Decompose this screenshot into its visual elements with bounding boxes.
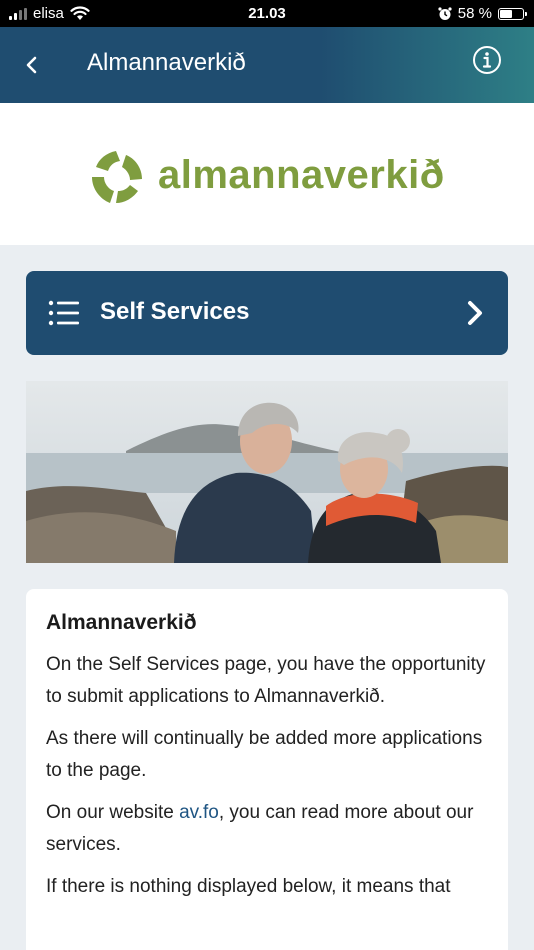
chevron-left-icon[interactable] bbox=[18, 51, 46, 79]
info-card: Almannaverkið On the Self Services page,… bbox=[26, 589, 508, 950]
info-paragraph-4: If there is nothing displayed below, it … bbox=[46, 876, 451, 897]
info-paragraph-1: On the Self Services page, you have the … bbox=[46, 654, 486, 707]
info-paragraph-2: As there will continually be added more … bbox=[46, 728, 483, 781]
hero-photo-illustration bbox=[26, 381, 508, 563]
hero-photo bbox=[26, 381, 508, 563]
status-bar: elisa 21.03 58 % bbox=[0, 0, 534, 27]
info-p3-before: On our website bbox=[46, 802, 180, 823]
logo-icon bbox=[92, 151, 142, 203]
logo-banner: almannaverkið bbox=[0, 103, 534, 245]
logo-wordmark: almannaverkið bbox=[158, 153, 445, 197]
battery-percent: 58 % bbox=[457, 5, 492, 22]
self-services-label: Self Services bbox=[100, 298, 250, 325]
page-title: Almannaverkið bbox=[87, 49, 246, 76]
info-circle-icon[interactable] bbox=[472, 45, 502, 75]
list-icon bbox=[48, 300, 79, 326]
info-heading: Almannaverkið bbox=[46, 611, 197, 634]
battery-fill bbox=[500, 9, 512, 18]
alarm-icon bbox=[438, 6, 452, 20]
status-right: 58 % bbox=[438, 5, 527, 22]
app-bar: Almannaverkið bbox=[0, 27, 534, 103]
website-link[interactable]: av.fo bbox=[179, 802, 219, 823]
self-services-button[interactable]: Self Services bbox=[26, 271, 508, 355]
chevron-right-icon bbox=[468, 301, 482, 325]
info-paragraph-3: On our website av.fo, you can read more … bbox=[46, 797, 488, 861]
battery-icon bbox=[498, 7, 527, 20]
